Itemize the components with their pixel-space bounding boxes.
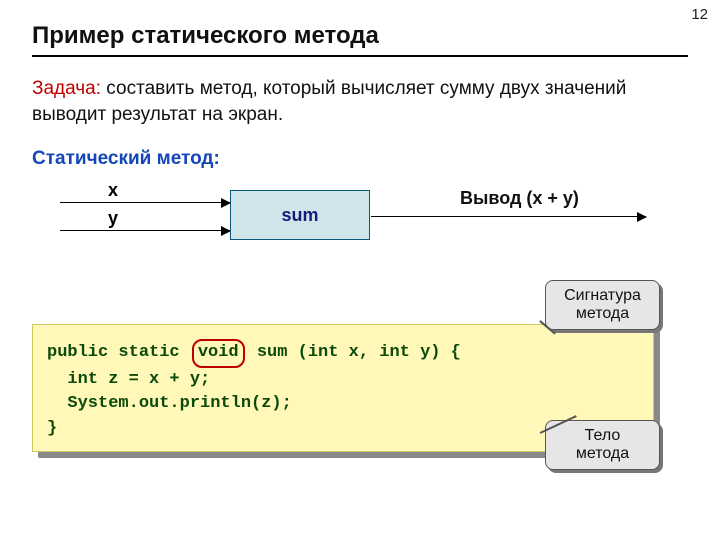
task-label: Задача:: [32, 78, 101, 99]
slide-title: Пример статического метода: [32, 22, 379, 50]
title-underline: [32, 55, 688, 57]
static-method-heading: Статический метод:: [32, 148, 220, 170]
callout-signature: Сигнатура метода: [545, 280, 660, 330]
arrow-out: [371, 216, 646, 217]
arrow-in-x: [60, 202, 230, 203]
code-line-4: }: [47, 419, 57, 438]
page-number: 12: [691, 6, 708, 23]
code-line-3: System.out.println(z);: [47, 394, 292, 413]
code-line-1-post: sum (int x, int y) {: [247, 343, 461, 362]
code-line-1-pre: public static: [47, 343, 190, 362]
method-diagram: x y sum Вывод (x + y): [60, 180, 660, 270]
arrow-in-y: [60, 230, 230, 231]
input-x-label: x: [108, 180, 118, 201]
code-line-2: int z = x + y;: [47, 370, 210, 389]
task-body: составить метод, который вычисляет сумму…: [32, 78, 626, 125]
task-text: Задача: составить метод, который вычисля…: [32, 76, 672, 127]
input-y-label: y: [108, 208, 118, 229]
sum-box: sum: [230, 190, 370, 240]
output-label: Вывод (x + y): [460, 188, 579, 209]
callout-body: Тело метода: [545, 420, 660, 470]
void-highlight: void: [192, 339, 245, 368]
